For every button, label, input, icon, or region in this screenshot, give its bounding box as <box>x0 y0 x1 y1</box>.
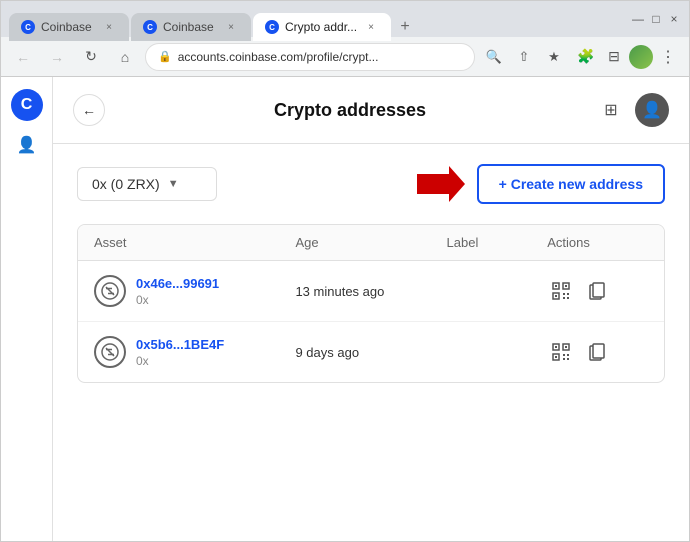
qr-svg-1 <box>552 282 570 300</box>
back-button[interactable]: ← <box>73 94 105 126</box>
tab-2-label: Coinbase <box>163 20 217 34</box>
browser-frame: C Coinbase × C Coinbase × C Crypto addr.… <box>0 0 690 542</box>
asset-cell-1: 0x46e...99691 0x <box>94 275 295 307</box>
menu-icon[interactable]: ⋮ <box>655 44 681 70</box>
asset-icon-1 <box>94 275 126 307</box>
create-button-label: + Create new address <box>499 176 643 192</box>
header-actions: ⊞ 👤 <box>595 93 669 127</box>
age-1: 13 minutes ago <box>295 284 446 299</box>
tab-1-label: Coinbase <box>41 20 95 34</box>
sidebar-toggle-icon[interactable]: ⊟ <box>601 44 627 70</box>
tab-2-close[interactable]: × <box>223 19 239 35</box>
age-2: 9 days ago <box>295 345 446 360</box>
asset-dropdown[interactable]: 0x (0 ZRX) ▼ <box>77 167 217 201</box>
qr-code-icon-2[interactable] <box>547 338 575 366</box>
tab-1-favicon: C <box>21 20 35 34</box>
reload-button[interactable]: ↻ <box>77 43 105 71</box>
asset-cell-2: 0x5b6...1BE4F 0x <box>94 336 295 368</box>
copy-icon-1[interactable] <box>583 277 611 305</box>
back-nav-button[interactable]: ← <box>9 43 37 71</box>
red-arrow-icon <box>417 166 465 202</box>
bookmark-icon[interactable]: ★ <box>541 44 567 70</box>
table-row: 0x5b6...1BE4F 0x 9 days ago <box>78 322 664 382</box>
close-button[interactable]: × <box>667 12 681 26</box>
address-actions: 🔍 ⇧ ★ <box>481 44 567 70</box>
zrx-icon-2 <box>101 343 119 361</box>
sidebar-user-icon[interactable]: 👤 <box>11 129 43 161</box>
address-1[interactable]: 0x46e...99691 <box>136 276 219 291</box>
address-bar: ← → ↻ ⌂ 🔒 accounts.coinbase.com/profile/… <box>1 37 689 77</box>
asset-icon-2 <box>94 336 126 368</box>
title-bar: C Coinbase × C Coinbase × C Crypto addr.… <box>1 1 689 37</box>
window-controls: — □ × <box>631 12 681 26</box>
qr-code-icon-1[interactable] <box>547 277 575 305</box>
tab-2-favicon: C <box>143 20 157 34</box>
asset-sub-1: 0x <box>136 293 219 307</box>
puzzle-icon[interactable]: 🧩 <box>573 44 599 70</box>
grid-view-icon[interactable]: ⊞ <box>595 94 627 126</box>
copy-icon-2[interactable] <box>583 338 611 366</box>
extensions-area: 🧩 ⊟ ⋮ <box>573 44 681 70</box>
copy-svg-2 <box>589 343 605 361</box>
browser-profile-avatar[interactable] <box>629 45 653 69</box>
col-actions: Actions <box>547 235 648 250</box>
table-header: Asset Age Label Actions <box>78 225 664 261</box>
search-icon[interactable]: 🔍 <box>481 44 507 70</box>
page-title: Crypto addresses <box>105 100 595 121</box>
action-icons-2 <box>547 338 648 366</box>
zrx-icon <box>101 282 119 300</box>
addresses-table: Asset Age Label Actions <box>77 224 665 383</box>
lock-icon: 🔒 <box>158 50 172 63</box>
controls-row: 0x (0 ZRX) ▼ + Create new address <box>77 164 665 204</box>
table-row: 0x46e...99691 0x 13 minutes ago <box>78 261 664 322</box>
red-arrow-indicator <box>417 166 465 202</box>
tab-3[interactable]: C Crypto addr... × <box>253 13 391 41</box>
tab-1-close[interactable]: × <box>101 19 117 35</box>
col-label: Label <box>447 235 548 250</box>
sidebar: C 👤 <box>1 77 53 541</box>
coinbase-logo[interactable]: C <box>11 89 43 121</box>
address-2[interactable]: 0x5b6...1BE4F <box>136 337 224 352</box>
home-button[interactable]: ⌂ <box>111 43 139 71</box>
content-area: 0x (0 ZRX) ▼ + Create new address <box>53 144 689 541</box>
chevron-down-icon: ▼ <box>168 178 179 190</box>
tab-3-favicon: C <box>265 20 279 34</box>
user-avatar[interactable]: 👤 <box>635 93 669 127</box>
minimize-button[interactable]: — <box>631 12 645 26</box>
url-bar[interactable]: 🔒 accounts.coinbase.com/profile/crypt... <box>145 43 475 71</box>
back-arrow-icon: ← <box>82 102 96 118</box>
page: C 👤 ← Crypto addresses ⊞ 👤 <box>1 77 689 541</box>
main-content: ← Crypto addresses ⊞ 👤 0x (0 ZRX) ▼ <box>53 77 689 541</box>
create-new-address-button[interactable]: + Create new address <box>477 164 665 204</box>
action-icons-1 <box>547 277 648 305</box>
maximize-button[interactable]: □ <box>649 12 663 26</box>
forward-nav-button[interactable]: → <box>43 43 71 71</box>
asset-sub-2: 0x <box>136 354 224 368</box>
page-header: ← Crypto addresses ⊞ 👤 <box>53 77 689 144</box>
copy-svg-1 <box>589 282 605 300</box>
tab-3-label: Crypto addr... <box>285 20 357 34</box>
url-text: accounts.coinbase.com/profile/crypt... <box>178 50 462 64</box>
col-age: Age <box>295 235 446 250</box>
qr-svg-2 <box>552 343 570 361</box>
tab-bar: C Coinbase × C Coinbase × C Crypto addr.… <box>9 1 619 37</box>
tab-3-close[interactable]: × <box>363 19 379 35</box>
arrow-create-group: + Create new address <box>417 164 665 204</box>
dropdown-value: 0x (0 ZRX) <box>92 176 160 192</box>
asset-info-1: 0x46e...99691 0x <box>136 276 219 307</box>
new-tab-button[interactable]: + <box>393 15 417 39</box>
tab-2[interactable]: C Coinbase × <box>131 13 251 41</box>
col-asset: Asset <box>94 235 295 250</box>
tab-1[interactable]: C Coinbase × <box>9 13 129 41</box>
user-avatar-icon: 👤 <box>642 100 662 120</box>
asset-info-2: 0x5b6...1BE4F 0x <box>136 337 224 368</box>
share-icon[interactable]: ⇧ <box>511 44 537 70</box>
